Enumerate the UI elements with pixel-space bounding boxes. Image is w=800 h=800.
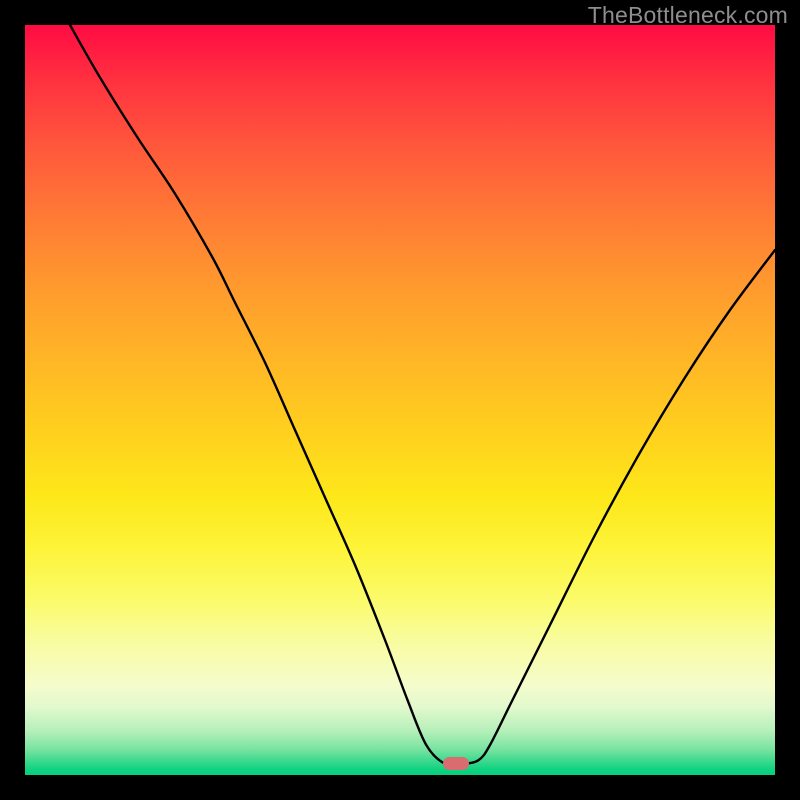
bottleneck-curve xyxy=(25,25,775,775)
optimal-point-marker xyxy=(443,757,469,770)
chart-frame: TheBottleneck.com xyxy=(0,0,800,800)
plot-background xyxy=(25,25,775,775)
